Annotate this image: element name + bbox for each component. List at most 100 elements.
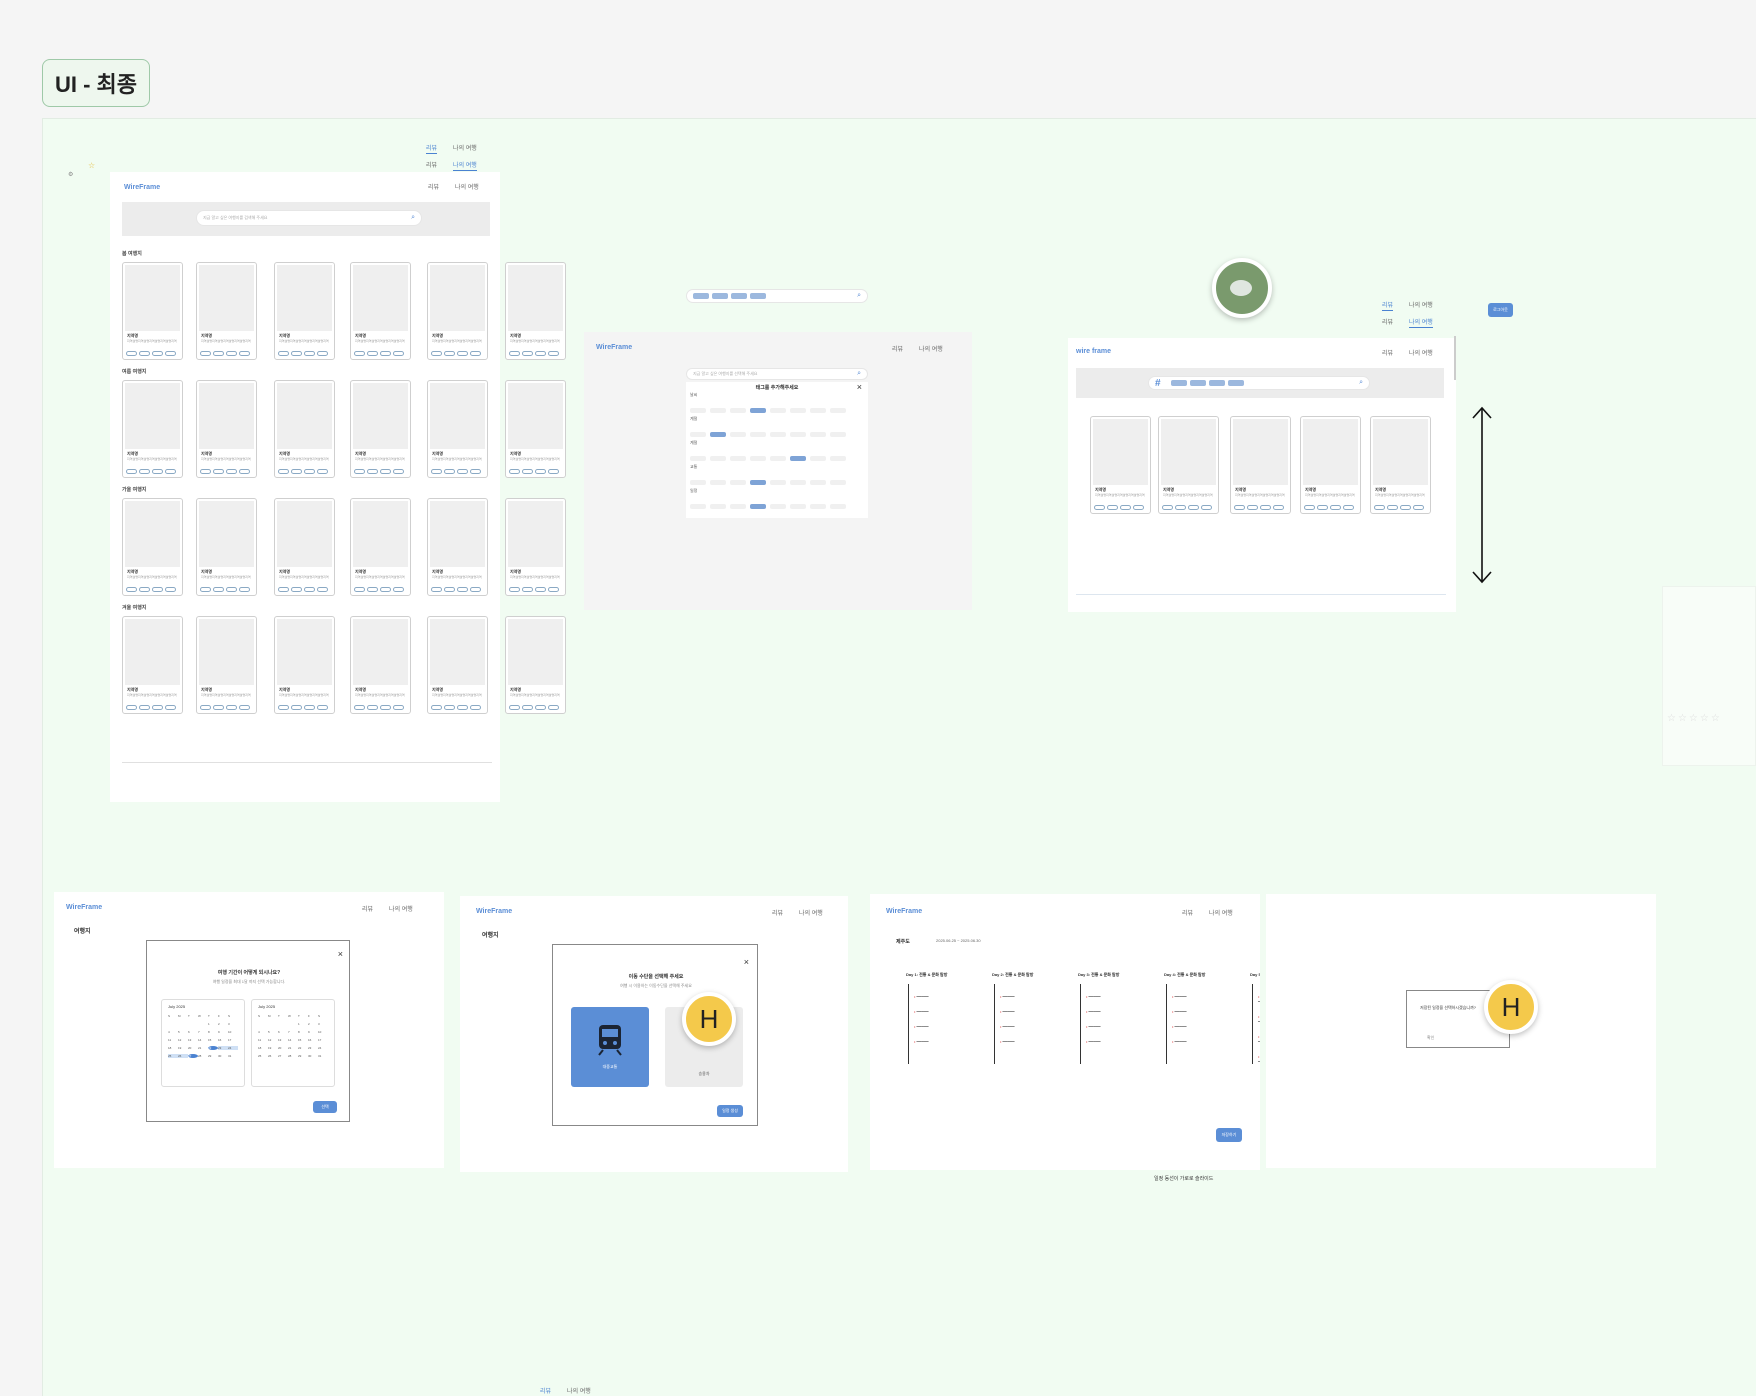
tag-chip[interactable] (1227, 380, 1244, 386)
tag-pill[interactable] (710, 504, 726, 509)
destination-card[interactable]: 지역명 지역설명지역설명지역설명지역설명지역 (274, 616, 335, 714)
destination-card[interactable]: 지역명 지역설명지역설명지역설명지역설명지역 (122, 616, 183, 714)
card-tag[interactable] (317, 469, 328, 474)
destination-card[interactable]: 지역명 지역설명지역설명지역설명지역설명지역 (196, 498, 257, 596)
calendar-day[interactable]: 11 (258, 1038, 268, 1042)
card-tag[interactable] (291, 705, 302, 710)
nav-my-trip[interactable]: 나의 여행 (1409, 317, 1433, 328)
tag-pill[interactable] (770, 456, 786, 461)
tag-pill[interactable] (770, 480, 786, 485)
tag-pill[interactable] (710, 480, 726, 485)
calendar-day[interactable]: 6 (188, 1030, 198, 1034)
calendar-day[interactable]: 18 (168, 1046, 178, 1050)
tag-pill[interactable] (830, 504, 846, 509)
calendar-day[interactable]: 13 (278, 1038, 288, 1042)
nav-review[interactable]: 리뷰 (540, 1386, 551, 1396)
destination-card[interactable]: 지역명 지역설명지역설명지역설명지역설명지역 (1090, 416, 1151, 514)
card-tag[interactable] (317, 351, 328, 356)
calendar-day[interactable]: 3 (318, 1022, 328, 1026)
card-tag[interactable] (367, 587, 378, 592)
destination-card[interactable]: 지역명 지역설명지역설명지역설명지역설명지역 (427, 498, 488, 596)
card-tag[interactable] (431, 469, 442, 474)
close-icon[interactable]: × (744, 957, 749, 967)
card-tag[interactable] (1188, 505, 1199, 510)
logo[interactable]: WireFrame (124, 184, 160, 191)
calendar-day[interactable]: 19 (178, 1046, 188, 1050)
search-input[interactable]: 지금 알고 싶은 여행지를 검색해 주세요 ⌕ (196, 210, 422, 226)
calendar-day[interactable]: 22 (208, 1046, 218, 1050)
card-tag[interactable] (431, 351, 442, 356)
card-tag[interactable] (354, 705, 365, 710)
card-tag[interactable] (278, 705, 289, 710)
save-button[interactable]: 저장하기 (1216, 1128, 1242, 1142)
tag-pill[interactable] (750, 504, 766, 509)
user-avatar-photo[interactable] (1212, 258, 1272, 318)
tag-pill[interactable] (830, 408, 846, 413)
card-tag[interactable] (1374, 505, 1385, 510)
tag-chip[interactable] (712, 293, 728, 299)
card-tag[interactable] (1304, 505, 1315, 510)
card-tag[interactable] (457, 351, 468, 356)
card-tag[interactable] (522, 351, 533, 356)
calendar-day[interactable]: 15 (298, 1038, 308, 1042)
card-tag[interactable] (431, 705, 442, 710)
confirm-yes-button[interactable]: 확인 (1427, 1035, 1434, 1041)
tag-pill[interactable] (770, 432, 786, 437)
search-icon[interactable]: ⌕ (857, 292, 861, 300)
calendar-day[interactable]: 7 (288, 1030, 298, 1034)
destination-card[interactable]: 지역명 지역설명지역설명지역설명지역설명지역 (505, 262, 566, 360)
card-tag[interactable] (139, 469, 150, 474)
nav-review[interactable]: 리뷰 (1382, 300, 1394, 311)
card-tag[interactable] (457, 587, 468, 592)
day-column[interactable]: Day 2: 전통 & 문화 탐방 • ━━━━━ • ━━━━━ • ━━━━━ • … (992, 972, 1033, 1064)
card-tag[interactable] (380, 351, 391, 356)
tag-pill[interactable] (790, 480, 806, 485)
card-tag[interactable] (278, 587, 289, 592)
card-tag[interactable] (535, 587, 546, 592)
card-tag[interactable] (470, 469, 481, 474)
card-tag[interactable] (548, 351, 559, 356)
card-tag[interactable] (444, 705, 455, 710)
tag-pill[interactable] (830, 480, 846, 485)
tag-pill[interactable] (690, 432, 706, 437)
calendar-day[interactable]: 29 (208, 1054, 218, 1058)
destination-card[interactable]: 지역명 지역설명지역설명지역설명지역설명지역 (350, 616, 411, 714)
nav-review[interactable]: 리뷰 (426, 160, 437, 171)
calendar-day[interactable]: 25 (168, 1054, 178, 1058)
calendar-day[interactable]: 17 (318, 1038, 328, 1042)
transport-option-public[interactable]: 대중교통 (571, 1007, 649, 1087)
calendar-day[interactable]: 2 (308, 1022, 318, 1026)
calendar-day[interactable]: 24 (318, 1046, 328, 1050)
calendar-day[interactable]: 17 (228, 1038, 238, 1042)
tag-pill[interactable] (690, 504, 706, 509)
card-tag[interactable] (457, 705, 468, 710)
tag-pill[interactable] (790, 456, 806, 461)
destination-card[interactable]: 지역명 지역설명지역설명지역설명지역설명지역 (427, 616, 488, 714)
calendar-day[interactable]: 19 (268, 1046, 278, 1050)
tag-pill[interactable] (810, 432, 826, 437)
card-tag[interactable] (152, 351, 163, 356)
card-tag[interactable] (1133, 505, 1144, 510)
card-tag[interactable] (457, 469, 468, 474)
card-tag[interactable] (1094, 505, 1105, 510)
card-tag[interactable] (152, 469, 163, 474)
card-tag[interactable] (470, 705, 481, 710)
tag-chip[interactable] (1189, 380, 1206, 386)
card-tag[interactable] (126, 705, 137, 710)
destination-card[interactable]: 지역명 지역설명지역설명지역설명지역설명지역 (427, 380, 488, 478)
nav-review[interactable]: 리뷰 (426, 143, 438, 154)
calendar-day[interactable]: 26 (178, 1054, 188, 1058)
tag-pill[interactable] (690, 480, 706, 485)
card-tag[interactable] (165, 351, 176, 356)
card-tag[interactable] (354, 351, 365, 356)
day-column[interactable]: Day 5: 전• ━━━━━• ━━━━━• ━━━━━• ━━━━━ (1250, 972, 1260, 1074)
card-tag[interactable] (1120, 505, 1131, 510)
tag-chip[interactable] (693, 293, 709, 299)
card-tag[interactable] (367, 705, 378, 710)
calendar-right[interactable]: July 2025 S M T W T F S 1 2 3 4 5 6 7 8 9 10 11 12 13 14 15 16… (251, 999, 335, 1087)
card-tag[interactable] (278, 351, 289, 356)
calendar-day[interactable]: 11 (168, 1038, 178, 1042)
tag-pill[interactable] (710, 432, 726, 437)
calendar-day[interactable]: 14 (198, 1038, 208, 1042)
logo[interactable]: WireFrame (596, 344, 632, 351)
